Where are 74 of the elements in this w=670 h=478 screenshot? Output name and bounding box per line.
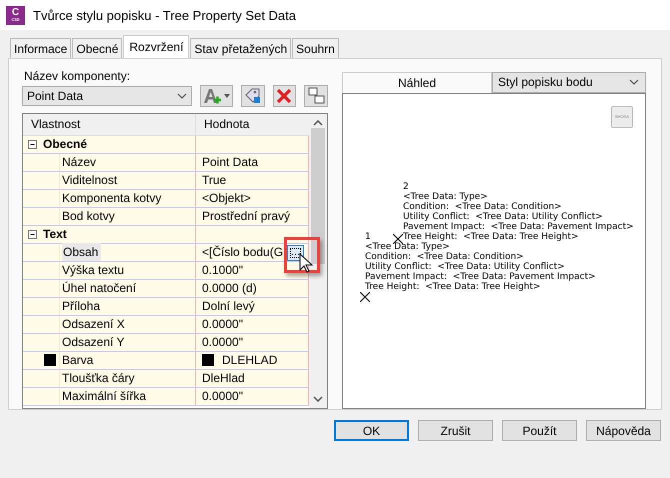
tab[interactable]: Stav přetažených [190, 38, 292, 58]
property-name[interactable]: Výška textu [62, 263, 124, 278]
property-name[interactable]: Viditelnost [62, 173, 118, 188]
property-name[interactable]: Barva [62, 353, 94, 368]
scroll-down-icon[interactable] [313, 396, 323, 402]
component-dropdown[interactable]: Point Data [22, 86, 192, 106]
property-value[interactable]: 0.0000 (d) [202, 281, 257, 296]
property-value[interactable]: 0.0000" [202, 335, 243, 350]
property-name[interactable]: Komponenta kotvy [62, 191, 162, 206]
property-value[interactable]: 0.1000" [202, 263, 243, 278]
delete-icon [276, 88, 292, 104]
property-name[interactable]: Příloha [62, 299, 100, 314]
property-name[interactable]: Obsah [62, 243, 102, 262]
label-text: Tree Height: <Tree Data: Tree Height> [365, 282, 541, 292]
chevron-icon [176, 92, 186, 99]
chevron-icon [629, 79, 639, 86]
tab[interactable]: Informace [10, 38, 72, 58]
property-value[interactable]: Dolní levý [202, 299, 255, 314]
highlight-frame [284, 236, 320, 273]
property-value[interactable]: Prostřední pravý [202, 209, 290, 224]
property-name[interactable]: Odsazení X [62, 317, 125, 332]
label-text: Pavement Impact: <Tree Data: Pavement Impact> [403, 222, 634, 232]
label-text: <Tree Data: Type> [403, 192, 488, 202]
label-text: Tree Height: <Tree Data: Tree Height> [403, 232, 579, 242]
dialog-button[interactable]: OK [334, 420, 409, 441]
property-name[interactable]: Odsazení Y [62, 335, 124, 350]
property-value[interactable]: DleHlad [202, 371, 245, 386]
property-value[interactable]: <Objekt> [202, 191, 251, 206]
property-value[interactable]: True [202, 173, 226, 188]
field-label: Název komponenty: [24, 69, 132, 85]
scrollbar-thumb[interactable] [311, 128, 325, 264]
style-dropdown[interactable]: Styl popisku bodu [492, 72, 646, 93]
property-value[interactable]: 0.0000" [202, 317, 243, 332]
property-name[interactable]: Maximální šířka [62, 389, 146, 404]
label-text: 1 [365, 232, 371, 242]
label-text: Utility Conflict: <Tree Data: Utility Conflict> [403, 212, 603, 222]
tab[interactable]: Souhrn [292, 38, 339, 58]
windows-icon [308, 87, 325, 104]
property-value[interactable]: <[Číslo bodu(G [202, 245, 284, 260]
property-value[interactable]: Point Data [202, 155, 258, 170]
point-marker-icon [393, 234, 403, 244]
tab[interactable]: Obecné [72, 38, 122, 58]
dialog-button[interactable]: Použít [502, 420, 577, 441]
label-text: Condition: <Tree Data: Condition> [403, 202, 562, 212]
collapse-icon[interactable] [28, 230, 36, 239]
tab[interactable]: Rozvržení [123, 35, 190, 58]
label-text: <Tree Data: Type> [365, 242, 450, 252]
label-text: Utility Conflict: <Tree Data: Utility Conflict> [365, 262, 565, 272]
preview-tab[interactable]: Náhled [342, 72, 492, 93]
dialog-button[interactable]: Nápověda [586, 420, 661, 441]
cursor-icon [299, 252, 313, 273]
property-name[interactable]: Tloušťka čáry [62, 371, 135, 386]
copy-component-button[interactable] [241, 84, 265, 107]
property-name[interactable]: Úhel natočení [62, 281, 136, 296]
label-text: Condition: <Tree Data: Condition> [365, 252, 524, 262]
property-value[interactable]: DLEHLAD [222, 353, 278, 368]
label-text: Pavement Impact: <Tree Data: Pavement Impact> [365, 272, 596, 282]
scroll-up-icon[interactable] [313, 120, 323, 126]
delete-button[interactable] [272, 84, 296, 107]
label-text: 2 [403, 182, 409, 192]
property-name[interactable]: Název [62, 155, 96, 170]
collapse-icon[interactable] [28, 140, 36, 149]
category-name: Obecné [41, 136, 196, 153]
dialog-button[interactable]: Zrušit [418, 420, 493, 441]
window-title: Tvůrce stylu popisku - Tree Property Set Data [33, 8, 296, 22]
property-value[interactable]: 0.0000" [202, 389, 243, 404]
add-text-button[interactable] [200, 84, 233, 107]
add-text-icon [202, 86, 231, 105]
layout-button[interactable] [304, 84, 328, 107]
tag-copy-icon [244, 87, 262, 104]
property-name[interactable]: Bod kotvy [62, 209, 115, 224]
column-header[interactable]: Hodnota [196, 114, 250, 135]
column-header[interactable]: Vlastnost [23, 114, 196, 135]
point-marker-icon [360, 292, 370, 302]
